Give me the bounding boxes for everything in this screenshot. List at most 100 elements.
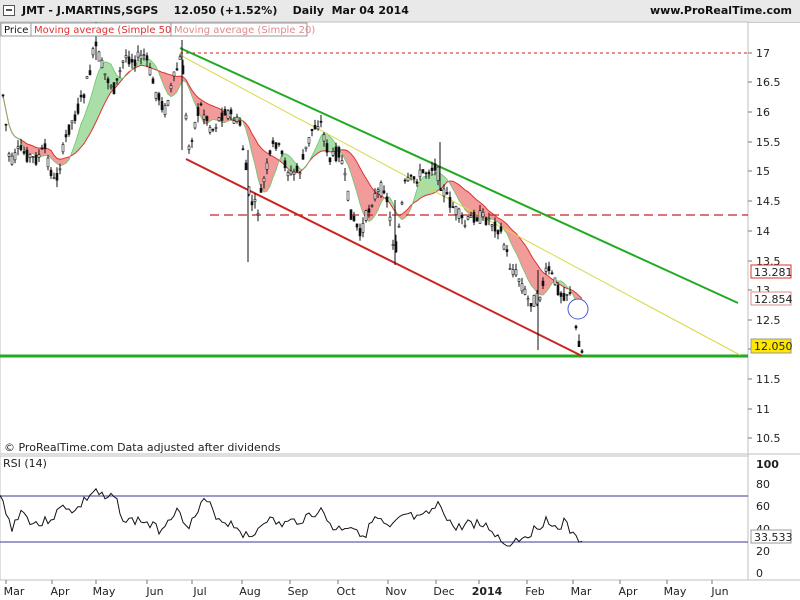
time-tick-label: Sep	[288, 585, 309, 598]
candle-body	[226, 110, 230, 119]
legend-ma50[interactable]: Moving average (Simple 50)	[34, 25, 175, 36]
legend-ma20[interactable]: Moving average (Simple 20)	[174, 25, 315, 36]
candle-body	[124, 55, 128, 59]
candle-body	[118, 70, 122, 73]
time-tick-label: 2014	[472, 585, 503, 598]
candle-body	[97, 51, 101, 62]
candle-body	[460, 214, 464, 219]
candle-body	[46, 157, 50, 168]
candle-body	[451, 206, 455, 208]
candle-body	[238, 121, 242, 126]
candle-body	[445, 192, 449, 195]
price-tick-label: 14.5	[756, 195, 781, 208]
price-chart[interactable]: Price Moving average (Simple 50) Moving …	[0, 0, 800, 600]
candle-body	[190, 140, 194, 142]
rsi-tick-label: 0	[756, 567, 763, 580]
candle-body	[412, 176, 416, 180]
candle-body	[433, 163, 437, 171]
price-tick-label: 11	[756, 403, 770, 416]
time-tick-label: Jul	[192, 585, 206, 598]
candle-body	[148, 67, 152, 76]
candle-body	[496, 230, 500, 235]
candle-body	[163, 105, 167, 115]
candle-body	[430, 167, 434, 171]
candle-body	[370, 205, 374, 207]
candle-body	[346, 190, 350, 201]
time-tick-label: Aug	[239, 585, 260, 598]
candle-body	[52, 177, 56, 180]
candle-body	[511, 269, 515, 275]
candle-body	[466, 216, 470, 220]
candle-body	[547, 266, 551, 271]
candle-body	[199, 103, 203, 106]
candle-body	[130, 58, 134, 63]
candle-body	[277, 143, 281, 145]
candle-body	[313, 125, 317, 130]
candle-body	[478, 210, 482, 224]
candle-body	[169, 85, 173, 90]
price-tick-label: 16.5	[756, 76, 781, 89]
candle-body	[127, 56, 131, 65]
legend-price[interactable]: Price	[4, 25, 28, 36]
candle-body	[10, 155, 14, 165]
candle-body	[43, 143, 47, 150]
candle-body	[505, 249, 509, 253]
candle-body	[541, 280, 545, 287]
candle-body	[145, 55, 149, 61]
candle-body	[208, 127, 212, 133]
candle-body	[274, 142, 278, 149]
candle-body	[373, 193, 377, 200]
time-tick-label: Apr	[618, 585, 638, 598]
candle-body	[193, 122, 197, 129]
candle-body	[103, 73, 107, 76]
candle-body	[382, 190, 386, 194]
candle-body	[295, 165, 299, 172]
candle-body	[493, 221, 497, 232]
marker-circle[interactable]	[567, 298, 589, 320]
candle-body	[166, 100, 170, 106]
candle-body	[574, 325, 578, 329]
candle-body	[202, 114, 206, 120]
time-tick-label: Feb	[525, 585, 544, 598]
candle-body	[154, 91, 158, 99]
rsi-y-axis: 100806040200	[756, 458, 779, 580]
candle-body	[328, 157, 332, 163]
price-tick-label: 14	[756, 225, 770, 238]
candle-body	[322, 134, 326, 142]
candle-body	[184, 114, 188, 120]
candle-body	[310, 128, 314, 131]
price-tick-label: 17	[756, 47, 770, 60]
candle-body	[223, 109, 227, 116]
ma50-value: 13.281	[754, 266, 793, 279]
candle-body	[4, 123, 8, 126]
candle-body	[337, 147, 341, 158]
candle-body	[112, 82, 116, 95]
candle-body	[520, 283, 524, 292]
rsi-tick-label: 60	[756, 500, 770, 513]
candle-body	[1, 94, 5, 97]
price-y-axis: 1716.51615.51514.51413.51312.51211.51110…	[748, 47, 781, 445]
candle-body	[481, 212, 485, 217]
candle-body	[259, 188, 263, 193]
candle-body	[187, 145, 191, 150]
candle-body	[529, 302, 533, 307]
time-x-axis: Mar Apr May Jun Jul Aug Sep Oct Nov Dec 2014 Feb Mar…	[4, 580, 729, 598]
rsi-label[interactable]: RSI (14)	[3, 457, 47, 470]
candle-body	[244, 162, 248, 171]
candle-body	[418, 169, 422, 178]
candle-body	[232, 120, 236, 124]
candle-body	[502, 244, 506, 250]
candle-body	[28, 154, 32, 158]
candle-body	[160, 101, 164, 111]
candle-body	[400, 202, 404, 205]
candle-body	[538, 296, 542, 301]
candle-body	[319, 120, 323, 123]
candle-body	[358, 228, 362, 237]
ma-band-segment	[102, 61, 105, 109]
candle-body	[523, 288, 527, 295]
candle-body	[133, 59, 137, 67]
candle-body	[229, 109, 233, 115]
candle-body	[178, 56, 182, 60]
candle-body	[340, 160, 344, 165]
candle-body	[553, 277, 557, 285]
